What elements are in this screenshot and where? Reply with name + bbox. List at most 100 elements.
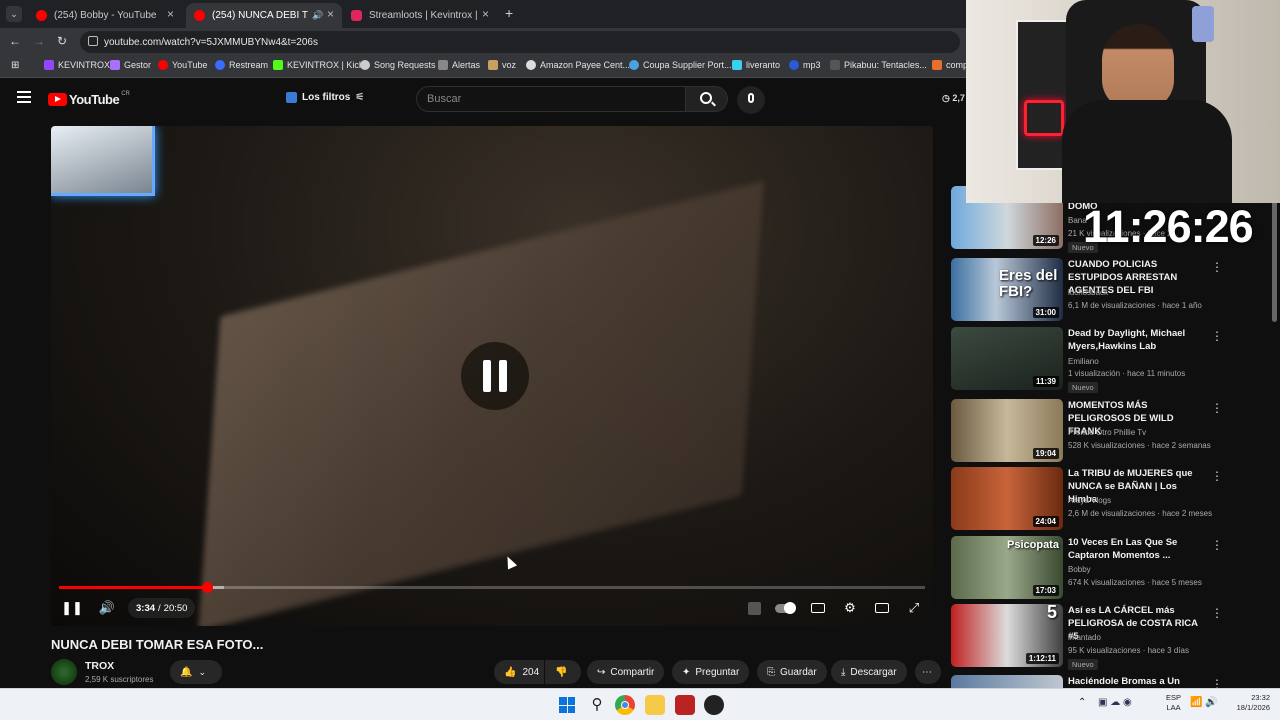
channel-name[interactable]: imantado <box>1068 633 1101 642</box>
more-options-icon[interactable]: ⋮ <box>1211 469 1223 483</box>
list-item[interactable]: 19:04 MOMENTOS MÁS PELIGROSOS DE WILD FR… <box>951 399 1271 463</box>
bookmark-kevintrox[interactable]: KEVINTROX <box>44 60 110 70</box>
progress-bar[interactable] <box>59 582 925 593</box>
back-icon[interactable]: ← <box>9 34 21 48</box>
tray-icons[interactable]: ▣ ☁ ◉ <box>1098 697 1132 708</box>
bookmark-coupa[interactable]: Coupa Supplier Port... <box>629 60 732 70</box>
list-item[interactable]: Psicopata 17:03 10 Veces En Las Que Se C… <box>951 536 1271 600</box>
video-thumbnail[interactable]: 19:04 <box>951 399 1063 462</box>
channel-name[interactable]: Prende Otro Phillie Tv <box>1068 428 1146 437</box>
tab-streamloots[interactable]: Streamloots | Kevintrox | Divié × <box>343 3 497 28</box>
language-indicator[interactable]: ESP LAA <box>1166 693 1181 713</box>
progress-scrubber[interactable] <box>202 582 214 593</box>
ask-button[interactable]: ✦ Preguntar <box>672 660 750 684</box>
close-icon[interactable]: × <box>167 7 174 21</box>
video-title[interactable]: 10 Veces En Las Que Se Captaron Momentos… <box>1068 536 1208 562</box>
list-item[interactable]: Haciéndole Bromas a Un ⋮ <box>951 675 1271 688</box>
share-button[interactable]: ↪ Compartir <box>587 660 665 684</box>
channel-name[interactable]: Emiliano <box>1068 357 1099 366</box>
menu-icon[interactable] <box>17 91 31 103</box>
avatar[interactable] <box>51 659 77 685</box>
list-item[interactable]: 5 1:12:11 Así es LA CÁRCEL más PELIGROSA… <box>951 604 1271 670</box>
video-thumbnail[interactable]: 5 1:12:11 <box>951 604 1063 667</box>
like-button[interactable]: 👍 204 <box>494 660 544 684</box>
bookmark-liveranto[interactable]: liveranto <box>732 60 780 70</box>
bookmark-mp3[interactable]: mp3 <box>789 60 821 70</box>
fullscreen-icon[interactable]: ⤢ <box>903 598 925 618</box>
video-thumbnail[interactable]: 24:04 <box>951 467 1063 530</box>
network-volume-icons[interactable]: 📶 🔊 <box>1190 697 1218 708</box>
tab-bobby[interactable]: (254) Bobby - YouTube × <box>28 3 182 28</box>
channel-name[interactable]: luchosback <box>1068 288 1108 297</box>
tab-nunca-debi-tomar[interactable]: (254) NUNCA DEBI TOMAR 🔊 × <box>186 3 342 28</box>
channel-name[interactable]: Bobby <box>1068 565 1091 574</box>
streaming-app-icon[interactable] <box>675 695 695 715</box>
tab-search-button[interactable]: ⌄ <box>6 6 22 22</box>
bookmark-amazon[interactable]: Amazon Payee Cent... <box>526 60 630 70</box>
reload-icon[interactable]: ↻ <box>57 34 67 48</box>
bookmark-youtube[interactable]: YouTube <box>158 60 207 70</box>
center-pause-button[interactable] <box>461 342 529 410</box>
site-info-icon[interactable] <box>88 36 98 46</box>
scrollbar[interactable] <box>1272 196 1277 322</box>
more-actions-button[interactable]: ⋯ <box>915 660 941 684</box>
tray-chevron-icon[interactable]: ⌃ <box>1078 697 1086 708</box>
file-explorer-icon[interactable] <box>645 695 665 715</box>
history-count[interactable]: ◷ 2,7 <box>942 93 965 104</box>
new-tab-button[interactable]: + <box>505 5 513 21</box>
apps-icon[interactable]: ⊞ <box>11 60 19 71</box>
miniplayer-icon[interactable] <box>871 598 893 618</box>
autoplay-toggle[interactable] <box>774 598 796 618</box>
video-title[interactable]: Dead by Daylight, Michael Myers,Hawkins … <box>1068 327 1208 353</box>
channel-name[interactable]: TROX <box>85 660 114 672</box>
bookmark-comp[interactable]: comp <box>932 60 968 70</box>
youtube-logo[interactable]: YouTube CR <box>48 91 130 107</box>
filters-button[interactable]: Los filtros ⚟ <box>286 92 364 103</box>
video-thumbnail[interactable]: Eres del FBI? 31:00 <box>951 258 1063 321</box>
speaker-icon[interactable]: 🔊 <box>312 10 323 21</box>
pause-button[interactable]: ❚❚ <box>61 598 83 618</box>
start-icon[interactable] <box>557 695 577 715</box>
video-thumbnail[interactable] <box>951 675 1063 688</box>
save-button[interactable]: ⎘ Guardar <box>757 660 827 684</box>
dislike-button[interactable]: 👎 <box>545 660 581 684</box>
list-item[interactable]: 11:39 Dead by Daylight, Michael Myers,Ha… <box>951 327 1271 393</box>
bookmark-kick[interactable]: KEVINTROX | Kick <box>273 60 363 70</box>
address-bar[interactable]: youtube.com/watch?v=5JXMMUBYNw4&t=206s <box>80 31 960 53</box>
video-player[interactable]: ❚❚ 🔊 3:34 / 20:50 ⚙ ⤢ <box>51 126 933 626</box>
search-input[interactable]: Buscar <box>416 86 686 112</box>
list-item[interactable]: Eres del FBI? 31:00 CUANDO POLICIAS ESTU… <box>951 258 1271 322</box>
subtitles-icon[interactable] <box>807 598 829 618</box>
download-button[interactable]: ⤓ Descargar <box>831 660 907 684</box>
list-item[interactable]: 24:04 La TRIBU de MUJERES que NUNCA se B… <box>951 467 1271 531</box>
bookmark-pikabuu[interactable]: Pikabuu: Tentacles... <box>830 60 927 70</box>
more-options-icon[interactable]: ⋮ <box>1211 677 1223 688</box>
subscribe-bell-button[interactable]: 🔔 ⌄ <box>170 660 222 684</box>
more-options-icon[interactable]: ⋮ <box>1211 329 1223 343</box>
bookmark-gestor[interactable]: Gestor <box>110 60 151 70</box>
video-thumbnail[interactable]: Psicopata 17:03 <box>951 536 1063 599</box>
close-icon[interactable]: × <box>482 7 489 21</box>
bookmark-song-requests[interactable]: Song Requests <box>360 60 436 70</box>
more-options-icon[interactable]: ⋮ <box>1211 606 1223 620</box>
volume-icon[interactable]: 🔊 <box>96 598 118 618</box>
bookmark-voz[interactable]: voz <box>488 60 516 70</box>
video-title[interactable]: Haciéndole Bromas a Un <box>1068 675 1208 688</box>
clock[interactable]: 23:32 18/1/2026 <box>1226 693 1270 713</box>
filter-icon[interactable] <box>743 598 765 618</box>
more-options-icon[interactable]: ⋮ <box>1211 401 1223 415</box>
chrome-icon[interactable] <box>615 695 635 715</box>
more-options-icon[interactable]: ⋮ <box>1211 260 1223 274</box>
more-options-icon[interactable]: ⋮ <box>1211 538 1223 552</box>
close-icon[interactable]: × <box>327 7 334 21</box>
search-icon[interactable]: ⚲ <box>587 695 607 715</box>
search-button[interactable] <box>686 86 728 112</box>
voice-search-button[interactable] <box>737 86 765 114</box>
obs-icon[interactable] <box>704 695 724 715</box>
bookmark-alertas[interactable]: Alertas <box>438 60 480 70</box>
bookmark-restream[interactable]: Restream <box>215 60 268 70</box>
video-thumbnail[interactable]: 11:39 <box>951 327 1063 390</box>
forward-icon[interactable]: → <box>33 34 45 48</box>
settings-icon[interactable]: ⚙ <box>839 598 861 618</box>
channel-name[interactable]: Araya Vlogs <box>1068 496 1111 505</box>
